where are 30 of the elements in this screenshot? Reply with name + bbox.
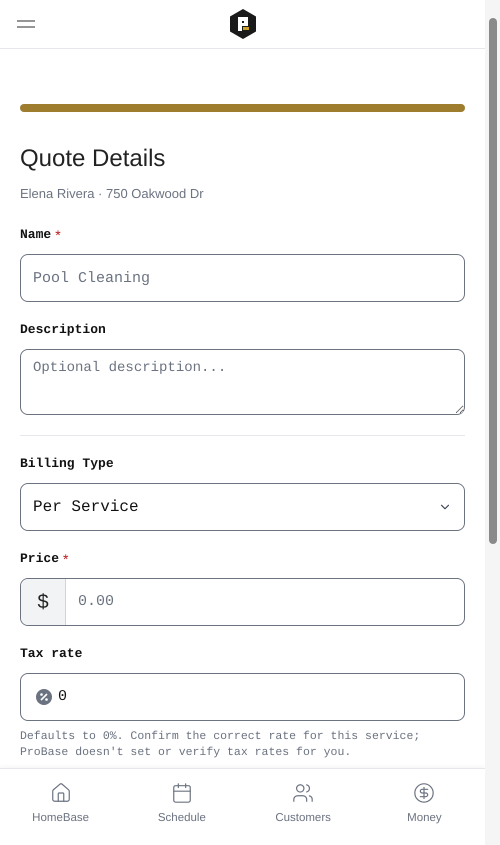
price-field[interactable]: $ 0.00 [20,578,465,626]
home-icon [50,782,72,804]
nav-tab[interactable]: Customers [242,769,364,845]
required-mark: * [55,226,61,245]
field-label: Billing Type [20,455,114,473]
users-icon [292,782,314,804]
price-input[interactable]: 0.00 [66,579,464,625]
tax-rate-field[interactable]: 0 [20,673,465,721]
scrollbar[interactable] [485,0,500,845]
page-title: Quote Details [20,144,166,174]
nav-tab[interactable]: HomeBase [0,769,122,845]
field-label: Name [20,226,52,244]
currency-prefix: $ [21,579,66,625]
menu-icon[interactable] [17,20,35,28]
name-field[interactable]: Pool Cleaning [20,254,465,302]
calendar-icon [170,782,193,804]
percent-badge-icon [36,689,52,705]
nav-tab[interactable]: Schedule [121,769,242,845]
logo-icon [229,9,257,39]
nav-tab[interactable]: Money [364,769,485,845]
customer-address: Elena Rivera · 750 Oakwood Dr [20,186,205,202]
description-field[interactable]: Optional description... [20,349,465,415]
dollar-icon [413,782,436,804]
field-label: Tax rate [20,645,82,663]
required-mark: * [63,550,68,569]
help-text: Defaults to 0%. Confirm the correct rate for this service; ProBase doesn't set or verify tax rates for you. [20,729,422,761]
billing-type-select[interactable]: Per Service [20,483,465,531]
field-label: Price [20,550,60,568]
field-label: Description [20,321,106,339]
tax-rate-input[interactable]: 0 [58,686,449,708]
